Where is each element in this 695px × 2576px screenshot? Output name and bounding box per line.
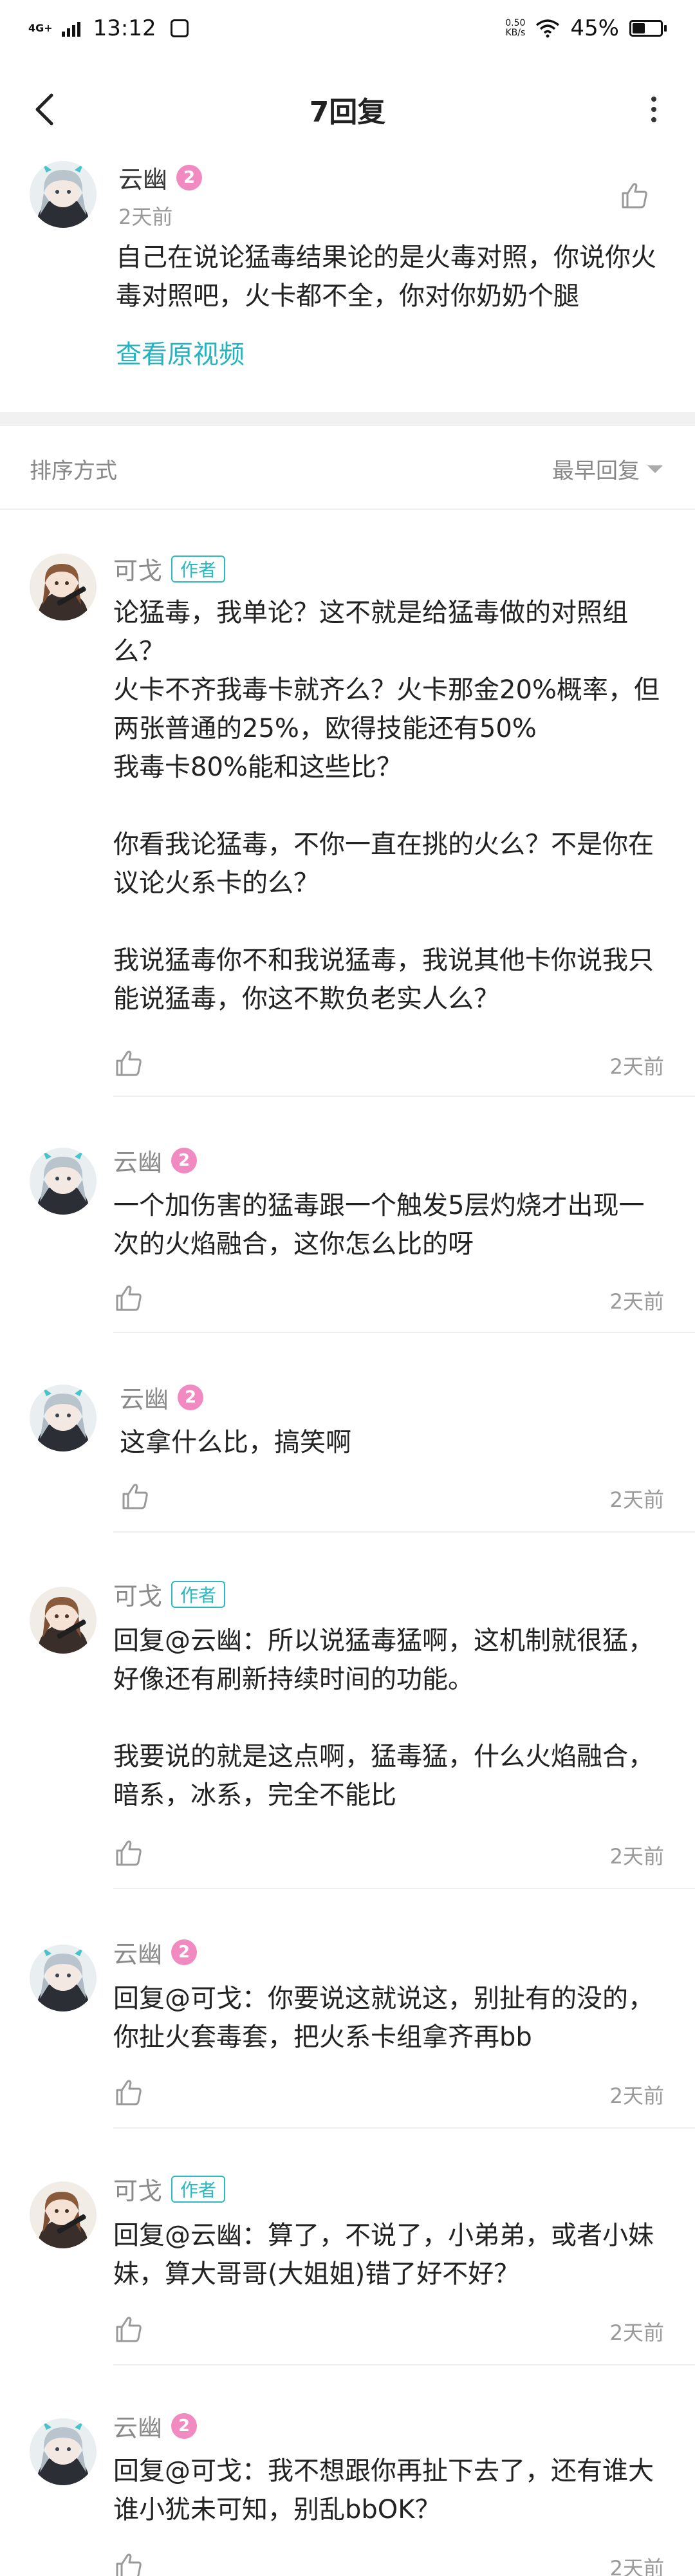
reply-author[interactable]: 可戈 作者 xyxy=(113,1576,226,1612)
reply-item: 可戈 作者 回复@云幽：所以说猛毒猛啊，这机制就很猛，好像还有刷新持续时间的功能… xyxy=(0,1531,695,1889)
avatar[interactable] xyxy=(30,1148,97,1215)
chevron-left-icon xyxy=(35,93,53,126)
level-badge: 2 xyxy=(171,1939,198,1965)
nav-bar: 7回复 xyxy=(0,64,695,154)
section-divider xyxy=(0,412,695,426)
speed-value: 0.50 xyxy=(505,18,526,28)
reply-item: 云幽 2 一个加伤害的猛毒跟一个触发5层灼烧才出现一次的火焰融合，这你怎么比的呀… xyxy=(0,1096,695,1334)
sort-selected[interactable]: 最早回复 xyxy=(552,453,640,485)
avatar[interactable] xyxy=(30,554,97,621)
author-tag: 作者 xyxy=(171,1580,226,1608)
author-tag: 作者 xyxy=(171,555,226,583)
reply-time: 2天前 xyxy=(609,1289,664,1314)
reply-text: 这拿什么比，搞笑啊 xyxy=(120,1428,351,1457)
like-button[interactable] xyxy=(113,1048,144,1079)
author-name[interactable]: 云幽 xyxy=(113,2408,162,2443)
reply-text: 回复@云幽：所以说猛毒猛啊，这机制就很猛，好像还有刷新持续时间的功能。 我要说的… xyxy=(113,1626,654,1810)
like-button[interactable] xyxy=(113,2551,144,2576)
reply-time: 2天前 xyxy=(609,2084,664,2108)
reply-time: 2天前 xyxy=(609,1488,664,1512)
reply-text: 回复@云幽：算了，不说了，小弟弟，或者小妹妹，算大哥哥(大姐姐)错了好不好？ xyxy=(113,2221,654,2289)
view-original-link[interactable]: 查看原视频 xyxy=(116,333,245,371)
like-button[interactable] xyxy=(113,2077,144,2108)
original-comment: 云幽 2 2天前 自己在说论猛毒结果论的是火毒对照，你说你火毒对照吧，火卡都不全… xyxy=(0,154,695,412)
reply-item: 云幽 2 回复@可戈：你要说这就说这，别扯有的没的，你扯火套毒套，把火系卡组拿齐… xyxy=(0,1889,695,2129)
author-name[interactable]: 云幽 xyxy=(118,160,167,195)
app-notification-icon xyxy=(170,19,189,37)
reply-author[interactable]: 云幽 2 xyxy=(113,1143,198,1178)
avatar[interactable] xyxy=(30,2181,97,2248)
author-name[interactable]: 云幽 xyxy=(120,1379,169,1415)
avatar[interactable] xyxy=(30,2418,97,2485)
author-tag: 作者 xyxy=(171,2175,226,2203)
reply-time: 2天前 xyxy=(609,2320,664,2345)
wifi-icon xyxy=(536,19,560,38)
avatar[interactable] xyxy=(30,1385,97,1451)
reply-text: 论猛毒，我单论？这不就是给猛毒做的对照组么？ 火卡不齐我毒卡就齐么？火卡那金20… xyxy=(113,598,660,1014)
author-name[interactable]: 可戈 xyxy=(113,551,162,586)
caret-down-icon xyxy=(647,465,663,473)
reply-time: 2天前 xyxy=(609,1844,664,1869)
reply-author[interactable]: 云幽 2 xyxy=(120,1379,204,1415)
like-button[interactable] xyxy=(113,1838,144,1869)
reply-author[interactable]: 云幽 2 xyxy=(113,2408,198,2443)
more-vertical-icon xyxy=(651,97,656,102)
author-name[interactable]: 云幽 xyxy=(113,1934,162,1970)
reply-time: 2天前 xyxy=(609,2556,664,2576)
speed-unit: KB/s xyxy=(505,28,526,38)
author-name[interactable]: 可戈 xyxy=(113,1576,162,1612)
battery-percent: 45% xyxy=(570,15,619,41)
avatar[interactable] xyxy=(30,161,97,228)
network-type: 4G+ xyxy=(28,22,53,34)
sort-dropdown[interactable]: 最早回复 xyxy=(552,453,663,485)
sort-label: 排序方式 xyxy=(30,458,117,484)
reply-author[interactable]: 可戈 作者 xyxy=(113,551,226,586)
reply-text: 一个加伤害的猛毒跟一个触发5层灼烧才出现一次的火焰融合，这你怎么比的呀 xyxy=(113,1191,645,1259)
reply-text: 回复@可戈：我不想跟你再扯下去了，还有谁大谁小犹未可知，别乱bbOK？ xyxy=(113,2456,654,2525)
author-name[interactable]: 可戈 xyxy=(113,2171,162,2207)
reply-author[interactable]: 可戈 作者 xyxy=(113,2171,226,2207)
like-button[interactable] xyxy=(619,180,650,211)
back-button[interactable] xyxy=(26,90,64,129)
reply-time: 2天前 xyxy=(609,1054,664,1079)
reply-item: 云幽 2 这拿什么比，搞笑啊 2天前 xyxy=(0,1333,695,1533)
level-badge: 2 xyxy=(176,164,203,191)
avatar[interactable] xyxy=(30,1587,97,1654)
author-name[interactable]: 云幽 xyxy=(113,1143,162,1178)
like-button[interactable] xyxy=(113,1283,144,1314)
signal-icon xyxy=(61,20,80,37)
comment-author[interactable]: 云幽 2 xyxy=(118,160,203,195)
level-badge: 2 xyxy=(171,2413,198,2439)
battery-icon xyxy=(629,20,667,37)
like-button[interactable] xyxy=(113,2314,144,2345)
level-badge: 2 xyxy=(171,1147,198,1173)
reply-author[interactable]: 云幽 2 xyxy=(113,1934,198,1970)
reply-item: 可戈 作者 论猛毒，我单论？这不就是给猛毒做的对照组么？ 火卡不齐我毒卡就齐么？… xyxy=(0,515,695,1097)
page-title: 7回复 xyxy=(309,96,386,129)
like-button[interactable] xyxy=(120,1481,151,1512)
comment-time: 2天前 xyxy=(118,205,173,229)
reply-item: 可戈 作者 回复@云幽：算了，不说了，小弟弟，或者小妹妹，算大哥哥(大姐姐)错了… xyxy=(0,2127,695,2366)
reply-item: 云幽 2 回复@可戈：我不想跟你再扯下去了，还有谁大谁小犹未可知，别乱bbOK？… xyxy=(0,2364,695,2576)
sort-bar: 排序方式 最早回复 xyxy=(0,426,695,510)
network-speed: 0.50 KB/s xyxy=(505,19,525,38)
reply-text: 回复@可戈：你要说这就说这，别扯有的没的，你扯火套毒套，把火系卡组拿齐再bb xyxy=(113,1984,654,2052)
status-bar: 4G+ 13:12 0.50 KB/s 45% xyxy=(0,0,695,57)
clock: 13:12 xyxy=(93,15,156,41)
more-button[interactable] xyxy=(641,90,667,129)
avatar[interactable] xyxy=(30,1945,97,2011)
comment-text: 自己在说论猛毒结果论的是火毒对照，你说你火毒对照吧，火卡都不全，你对你奶奶个腿 xyxy=(116,243,656,311)
level-badge: 2 xyxy=(178,1384,204,1410)
